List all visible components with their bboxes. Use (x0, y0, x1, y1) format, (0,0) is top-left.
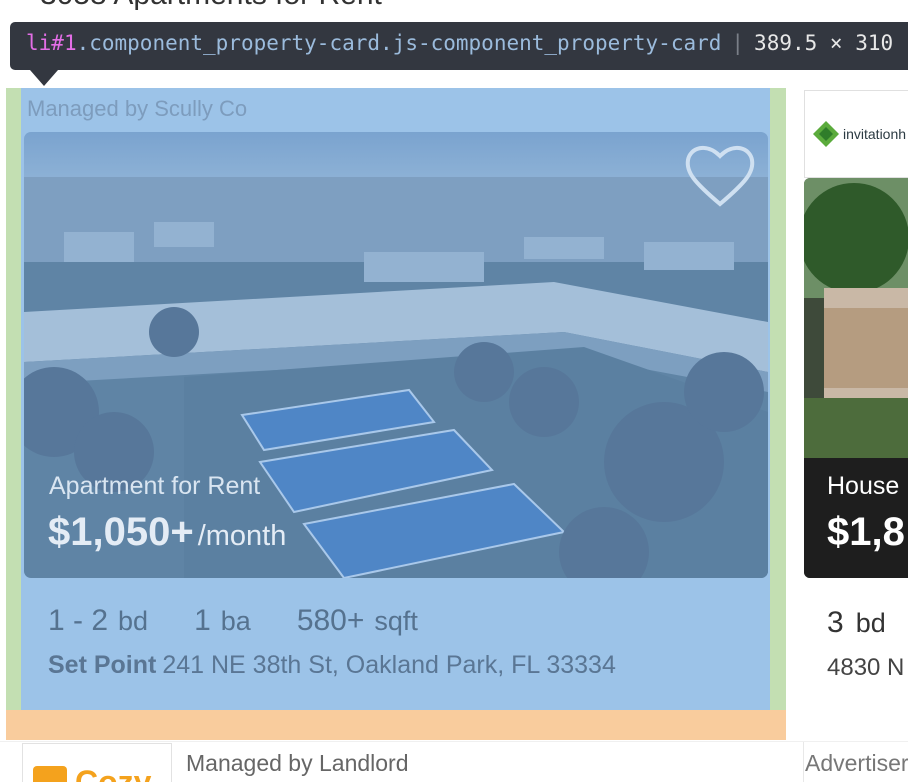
price-value: $1,050+ (48, 510, 194, 554)
right-card-logo[interactable]: invitationh (804, 90, 908, 178)
cozy-logo-icon (33, 766, 67, 782)
tooltip-arrow (30, 70, 58, 86)
tooltip-dimensions: 389.5 × 310 (754, 31, 894, 55)
listing-type: Apartment for Rent (49, 472, 261, 500)
sqft-label: sqft (374, 606, 418, 636)
heart-outline-icon[interactable] (684, 142, 756, 210)
tooltip-id: #1 (51, 31, 77, 55)
beds-label: bd (118, 606, 149, 636)
devtools-element-tooltip: li#1.component_property-card.js-componen… (10, 22, 908, 70)
baths-label: ba (220, 606, 251, 636)
tooltip-classes: .component_property-card.js-component_pr… (76, 31, 722, 55)
listing-stats: 1 - 2 bd 1 ba 580+ sqft (48, 604, 464, 638)
sqft-value: 580+ (296, 604, 365, 637)
right-listing-stats: 3 bd (827, 606, 886, 640)
price-unit: /month (197, 520, 287, 552)
right-card-logo-text: invitationh (843, 126, 907, 142)
page-title: 3058 Apartments for Rent (40, 0, 382, 12)
beds-value: 1 - 2 (48, 604, 109, 637)
tooltip-tag: li (26, 31, 52, 55)
right-listing-address[interactable]: 4830 N (827, 654, 904, 682)
right-beds-label: bd (855, 608, 886, 638)
row-divider (0, 741, 908, 742)
right-listing-price: $1,8 (827, 510, 905, 554)
column-divider (803, 742, 804, 782)
street-address: 241 NE 38th St, Oakland Park, FL 33334 (162, 651, 616, 679)
listing-price: $1,050+/month (48, 510, 286, 555)
next-card-logo-text: Cozy (75, 764, 152, 782)
listing-address[interactable]: Set Point 241 NE 38th St, Oakland Park, F… (48, 651, 616, 680)
complex-name: Set Point (48, 651, 157, 679)
right-beds-value: 3 (827, 606, 844, 639)
next-card-logo[interactable]: Cozy (22, 743, 172, 782)
invitation-logo-icon (813, 121, 839, 147)
property-photo[interactable]: Apartment for Rent $1,050+/month (24, 132, 768, 578)
next-card-advertiser: Advertiser (805, 750, 908, 776)
card-managed-by: Managed by Scully Co (27, 96, 248, 121)
right-listing-type: House (827, 472, 900, 500)
baths-value: 1 (194, 604, 211, 637)
next-card-managed-by: Managed by Landlord (186, 750, 409, 776)
